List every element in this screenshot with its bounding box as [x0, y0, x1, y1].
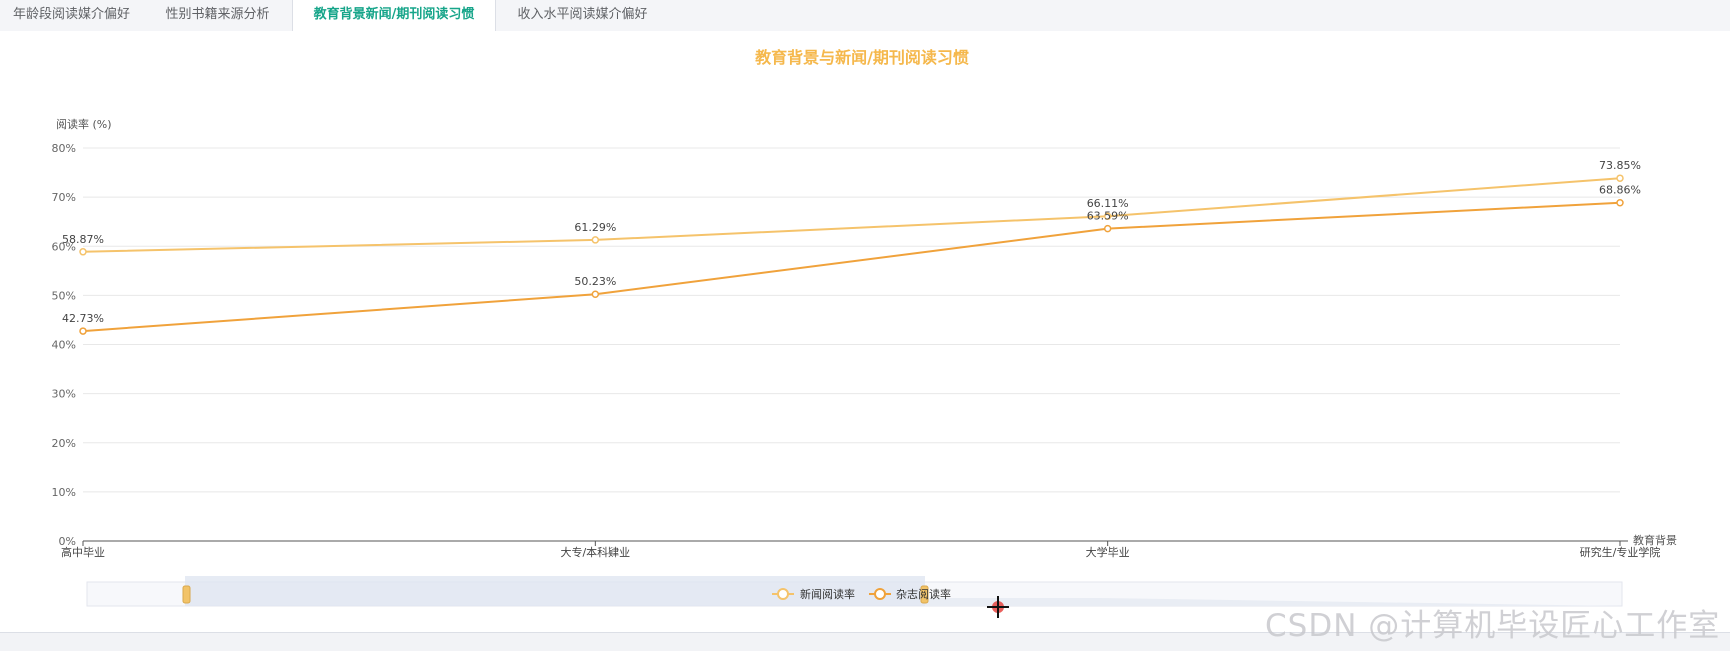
data-label: 73.85% [1599, 159, 1641, 172]
tab-age-media[interactable]: 年龄段阅读媒介偏好 [0, 0, 143, 31]
data-label: 58.87% [62, 233, 104, 246]
y-tick-label: 20% [52, 437, 76, 450]
data-point [79, 248, 87, 256]
tab-gender-book-source[interactable]: 性别书籍来源分析 [143, 0, 292, 31]
y-tick-label: 70% [52, 191, 76, 204]
chart-panel: 教育背景与新闻/期刊阅读习惯 阅读率 (%) 教育背景 0% 10% 20% 30% 4… [0, 31, 1730, 633]
x-tick-label: 高中毕业 [61, 545, 105, 559]
zoom-handle-left[interactable] [182, 585, 191, 604]
data-point [591, 290, 600, 298]
data-point [1616, 174, 1624, 182]
watermark: CSDN @计算机毕设匠心工作室 [1265, 608, 1721, 644]
legend-label-news: 新闻阅读率 [800, 587, 855, 601]
legend-label-magazine: 杂志阅读率 [896, 587, 951, 601]
chart-title: 教育背景与新闻/期刊阅读习惯 [755, 48, 969, 67]
tab-income-media[interactable]: 收入水平阅读媒介偏好 [496, 0, 669, 31]
tab-education-reading[interactable]: 教育背景新闻/期刊阅读习惯 [292, 0, 496, 32]
data-label: 61.29% [574, 221, 616, 234]
legend-marker-magazine [874, 588, 886, 600]
data-point [1103, 224, 1112, 233]
y-tick-label: 30% [52, 388, 76, 401]
data-label: 42.73% [62, 312, 104, 325]
y-tick-label: 40% [52, 339, 76, 352]
legend-item-magazine[interactable]: 杂志阅读率 [869, 587, 951, 601]
data-point [591, 236, 600, 244]
data-label: 63.59% [1087, 210, 1129, 223]
y-axis-label: 阅读率 (%) [56, 117, 112, 131]
x-tick-label: 大专/本科肄业 [560, 545, 630, 559]
line-chart: 教育背景与新闻/期刊阅读习惯 阅读率 (%) 教育背景 0%10%20%30%4… [52, 48, 1677, 618]
data-point [1616, 198, 1624, 207]
x-tick-label: 大学毕业 [1086, 545, 1130, 559]
data-label: 50.23% [574, 275, 616, 288]
data-label: 66.11% [1087, 197, 1129, 210]
x-axis-label: 教育背景 [1633, 533, 1677, 547]
y-tick-label: 50% [52, 289, 76, 302]
tab-bar: 年龄段阅读媒介偏好 性别书籍来源分析 教育背景新闻/期刊阅读习惯 收入水平阅读媒… [0, 0, 1730, 32]
x-tick-label: 研究生/专业学院 [1580, 545, 1661, 559]
legend-item-news[interactable]: 新闻阅读率 [772, 587, 855, 601]
legend-marker-news [777, 588, 789, 600]
y-tick-label: 80% [52, 142, 76, 155]
series-line-1 [82, 201, 1621, 333]
data-label: 68.86% [1599, 184, 1641, 197]
data-point [79, 327, 87, 335]
y-tick-label: 10% [52, 486, 76, 499]
